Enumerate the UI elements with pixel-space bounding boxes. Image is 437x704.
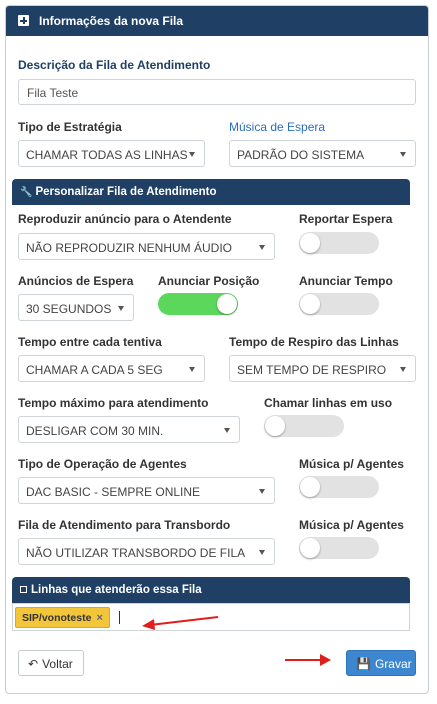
- annotation-arrows: [142, 616, 331, 666]
- annotation-arrow-save: [285, 654, 331, 666]
- annotation-arrow-tag: [142, 616, 219, 630]
